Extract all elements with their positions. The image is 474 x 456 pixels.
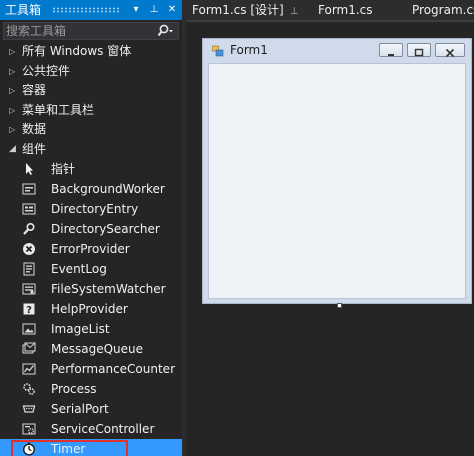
toolbox-item-serialport[interactable]: SerialPort: [0, 399, 182, 419]
toolbox-item-messagequeue[interactable]: MessageQueue: [0, 339, 182, 359]
resize-handle[interactable]: [337, 303, 342, 308]
category-label: 菜单和工具栏: [22, 102, 95, 117]
category-data[interactable]: ▷ 数据: [0, 120, 182, 140]
tab-program-code[interactable]: Program.cs: [412, 0, 474, 20]
autohide-pin-icon[interactable]: ⊥: [146, 0, 162, 20]
category-components[interactable]: ◢ 组件: [0, 140, 182, 160]
toolbox-item-pointer[interactable]: 指针: [0, 159, 182, 179]
collapsed-arrow-icon[interactable]: ▷: [9, 120, 15, 140]
category-all-windows-forms[interactable]: ▷ 所有 Windows 窗体: [0, 42, 182, 62]
item-label: HelpProvider: [51, 302, 128, 316]
item-label: MessageQueue: [51, 342, 144, 356]
toolbox-title: 工具箱: [5, 3, 42, 17]
tab-form1-designer[interactable]: Form1.cs [设计] ⊥: [192, 0, 298, 20]
toolbox-item-helpprovider[interactable]: ? HelpProvider: [0, 299, 182, 319]
item-label: ErrorProvider: [51, 242, 130, 256]
maximize-icon: [414, 48, 424, 57]
tab-label: Form1.cs [设计]: [192, 3, 284, 17]
error-provider-icon: [23, 243, 35, 255]
tab-label: Form1.cs: [318, 3, 373, 17]
item-label: Process: [51, 382, 97, 396]
category-label: 公共控件: [22, 63, 71, 78]
toolbox-item-filesystemwatcher[interactable]: FileSystemWatcher: [0, 279, 182, 299]
item-label: Timer: [51, 442, 86, 456]
item-label: PerformanceCounter: [51, 362, 175, 376]
process-icon: [23, 383, 35, 395]
minimize-button[interactable]: [379, 43, 403, 57]
event-log-icon: [23, 262, 35, 276]
serial-port-icon: [22, 405, 36, 413]
toolbox-panel: 工具箱 ▾ ⊥ ✕ ▷ 所有 Windows 窗体 ▷ 公共控件 ▷ 容器 ▷ …: [0, 0, 182, 456]
dropdown-icon[interactable]: ▾: [128, 0, 144, 20]
item-label: BackgroundWorker: [51, 182, 165, 196]
item-label: FileSystemWatcher: [51, 282, 166, 296]
svg-text:?: ?: [26, 305, 32, 316]
category-label: 数据: [22, 122, 47, 136]
toolbox-tree: ▷ 所有 Windows 窗体 ▷ 公共控件 ▷ 容器 ▷ 菜单和工具栏 ▷ 数…: [0, 42, 182, 456]
toolbox-item-errorprovider[interactable]: ErrorProvider: [0, 239, 182, 259]
service-controller-icon: [22, 423, 36, 435]
directory-searcher-icon: [23, 222, 35, 235]
close-icon[interactable]: ✕: [164, 0, 180, 20]
form-window[interactable]: Form1: [202, 38, 472, 304]
file-system-watcher-icon: [22, 283, 36, 295]
title-grip: [52, 7, 120, 13]
image-list-icon: [22, 323, 36, 335]
form-client-area[interactable]: [208, 63, 466, 299]
toolbox-item-process[interactable]: Process: [0, 379, 182, 399]
item-label: DirectorySearcher: [51, 222, 160, 236]
tab-form1-code[interactable]: Form1.cs: [318, 0, 373, 20]
category-label: 所有 Windows 窗体: [22, 44, 132, 58]
minimize-icon: [388, 54, 394, 56]
item-label: ImageList: [51, 322, 110, 336]
expanded-arrow-icon[interactable]: ◢: [9, 140, 16, 160]
category-common-controls[interactable]: ▷ 公共控件: [0, 62, 182, 82]
toolbox-item-directoryentry[interactable]: DirectoryEntry: [0, 199, 182, 219]
item-label: ServiceController: [51, 422, 155, 436]
search-icon[interactable]: [156, 23, 174, 39]
help-provider-icon: ?: [23, 303, 35, 316]
collapsed-arrow-icon[interactable]: ▷: [9, 101, 15, 121]
toolbox-item-imagelist[interactable]: ImageList: [0, 319, 182, 339]
timer-icon: [22, 442, 36, 456]
category-label: 容器: [22, 83, 47, 97]
close-button[interactable]: [435, 43, 465, 58]
collapsed-arrow-icon[interactable]: ▷: [9, 62, 15, 82]
toolbox-title-bar[interactable]: 工具箱 ▾ ⊥ ✕: [0, 0, 182, 20]
pointer-icon: [26, 163, 33, 175]
toolbox-item-backgroundworker[interactable]: BackgroundWorker: [0, 179, 182, 199]
form-icon: [212, 45, 224, 57]
item-label: 指针: [51, 162, 76, 176]
toolbox-search[interactable]: [3, 22, 179, 40]
maximize-button[interactable]: [407, 43, 431, 57]
directory-entry-icon: [22, 203, 36, 215]
toolbox-item-performancecounter[interactable]: PerformanceCounter: [0, 359, 182, 379]
collapsed-arrow-icon[interactable]: ▷: [9, 42, 15, 62]
item-label: EventLog: [51, 262, 107, 276]
form-title-bar[interactable]: Form1: [203, 39, 471, 61]
form-title: Form1: [230, 43, 268, 57]
pin-icon[interactable]: ⊥: [290, 6, 299, 17]
tab-label: Program.cs: [412, 3, 474, 17]
collapsed-arrow-icon[interactable]: ▷: [9, 81, 15, 101]
toolbox-item-servicecontroller[interactable]: ServiceController: [0, 419, 182, 439]
category-menus-toolbars[interactable]: ▷ 菜单和工具栏: [0, 101, 182, 121]
category-label: 组件: [22, 141, 47, 156]
item-label: SerialPort: [51, 402, 109, 416]
message-queue-icon: [22, 342, 36, 354]
performance-counter-icon: [22, 363, 36, 375]
background-worker-icon: [22, 183, 36, 195]
category-containers[interactable]: ▷ 容器: [0, 81, 182, 101]
close-icon: [445, 48, 455, 58]
search-input[interactable]: [6, 23, 154, 39]
toolbox-item-eventlog[interactable]: EventLog: [0, 259, 182, 279]
toolbox-item-timer[interactable]: Timer: [0, 439, 182, 456]
toolbox-item-directorysearcher[interactable]: DirectorySearcher: [0, 219, 182, 239]
item-label: DirectoryEntry: [51, 202, 139, 216]
document-tab-strip: Form1.cs [设计] ⊥ Form1.cs Program.cs: [186, 0, 474, 20]
